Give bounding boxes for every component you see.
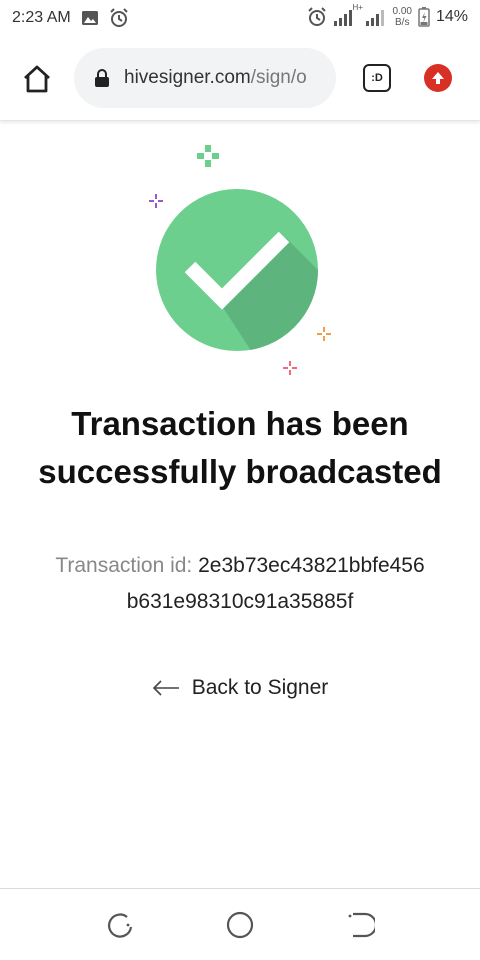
status-bar: 2:23 AM H+ 0.00 B/s 14% [0, 0, 480, 40]
browser-toolbar: hivesigner.com/sign/o :D [0, 40, 480, 121]
back-to-signer-link[interactable]: Back to Signer [0, 676, 480, 700]
battery-icon [418, 7, 430, 27]
back-to-signer-label: Back to Signer [191, 676, 329, 699]
back-icon [348, 912, 375, 938]
recents-button[interactable] [104, 909, 136, 941]
clock-time: 2:23 AM [12, 9, 71, 26]
tab-switcher-label: :D [371, 72, 383, 84]
update-button[interactable] [424, 64, 452, 92]
tab-switcher-button[interactable]: :D [363, 64, 391, 92]
speed-value: 0.00 [392, 6, 412, 17]
signal-icon [365, 7, 387, 27]
sparkle-icon [283, 361, 297, 375]
home-icon [24, 65, 50, 93]
transaction-id-block: Transaction id: 2e3b73ec43821bbfe456 b631… [20, 548, 460, 620]
gallery-icon [81, 10, 99, 26]
home-circle-icon [226, 911, 254, 939]
page-title: Transaction has been successfully broadc… [38, 405, 442, 490]
sparkle-icon [317, 327, 331, 341]
transaction-id-label: Transaction id: [55, 554, 193, 577]
alarm-icon [109, 8, 129, 28]
lock-icon [94, 68, 110, 88]
success-check-icon [156, 189, 318, 351]
battery-level: 14% [435, 8, 468, 25]
url-path: /sign/o [250, 67, 307, 88]
alarm-icon [307, 7, 327, 27]
network-type: H+ [352, 3, 363, 12]
arrow-left-icon [152, 680, 180, 696]
back-nav-button[interactable] [344, 909, 376, 941]
url-domain: hivesigner.com [124, 67, 251, 88]
sparkle-icon [197, 145, 219, 167]
home-nav-button[interactable] [224, 909, 256, 941]
home-button[interactable] [20, 62, 54, 96]
system-nav-bar [0, 888, 480, 960]
signal-icon: H+ [333, 3, 363, 27]
network-speed: 0.00 B/s [393, 6, 412, 28]
recents-icon [108, 913, 133, 938]
url-bar[interactable]: hivesigner.com/sign/o [74, 48, 336, 108]
arrow-up-icon [432, 72, 444, 84]
speed-unit: B/s [395, 17, 410, 28]
url-text: hivesigner.com/sign/o [124, 67, 307, 89]
